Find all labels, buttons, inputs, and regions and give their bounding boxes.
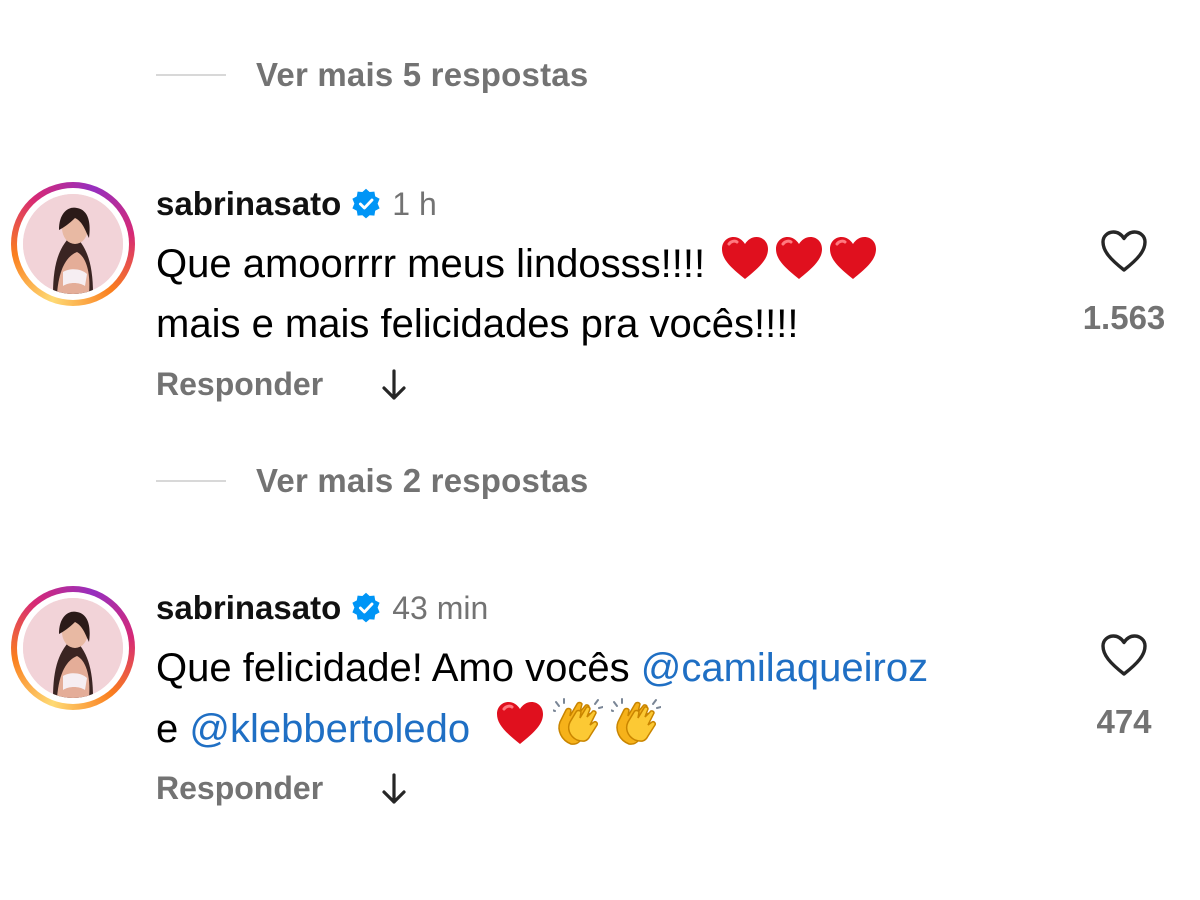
avatar[interactable] bbox=[11, 182, 135, 306]
comment-text: Que amoorrrr meus lindosss!!!! mais e ma… bbox=[156, 234, 1056, 354]
verified-badge-icon bbox=[352, 188, 380, 219]
clapping-hands-emoji-icon bbox=[553, 698, 604, 746]
comment-line-2: e @klebbertoledo bbox=[156, 698, 1056, 759]
reply-button[interactable]: Responder bbox=[156, 770, 323, 807]
comment-meta: sabrinasato 1 h bbox=[156, 185, 437, 223]
mention-link[interactable]: @camilaqueiroz bbox=[641, 646, 928, 690]
reply-button[interactable]: Responder bbox=[156, 366, 323, 403]
comment-line-2-text: e bbox=[156, 707, 190, 751]
heart-outline-icon[interactable] bbox=[1099, 228, 1149, 274]
red-heart-emoji-icon bbox=[720, 235, 770, 281]
avatar[interactable] bbox=[11, 586, 135, 710]
username[interactable]: sabrinasato bbox=[156, 589, 341, 627]
avatar-image bbox=[23, 598, 123, 698]
comment-line-1: Que amoorrrr meus lindosss!!!! bbox=[156, 234, 1056, 294]
comment-line-1-text: Que felicidade! Amo vocês bbox=[156, 646, 641, 690]
mention-link[interactable]: @klebbertoledo bbox=[189, 707, 470, 751]
clapping-hands-emoji-icon bbox=[611, 698, 662, 746]
view-more-replies-label: Ver mais 5 respostas bbox=[256, 56, 589, 93]
view-more-replies-top[interactable]: Ver mais 5 respostas bbox=[156, 56, 588, 94]
red-heart-emoji-icon bbox=[774, 235, 824, 281]
arrow-down-icon[interactable] bbox=[379, 772, 409, 806]
comment-actions: Responder bbox=[156, 770, 409, 807]
arrow-down-icon[interactable] bbox=[379, 368, 409, 402]
comment-meta: sabrinasato 43 min bbox=[156, 589, 488, 627]
comment-line-1: Que felicidade! Amo vocês @camilaqueiroz bbox=[156, 638, 1056, 698]
username[interactable]: sabrinasato bbox=[156, 185, 341, 223]
like-count: 474 bbox=[1096, 703, 1152, 740]
red-heart-emoji-icon bbox=[495, 700, 545, 746]
like-area: 474 bbox=[1064, 632, 1184, 741]
comment-actions: Responder bbox=[156, 366, 409, 403]
comment-line-2: mais e mais felicidades pra vocês!!!! bbox=[156, 302, 799, 346]
replies-divider-line bbox=[156, 74, 226, 76]
comment-time: 1 h bbox=[392, 185, 437, 222]
like-area: 1.563 bbox=[1064, 228, 1184, 337]
comment-time: 43 min bbox=[392, 589, 489, 626]
view-more-replies-label: Ver mais 2 respostas bbox=[256, 462, 589, 499]
replies-divider-line bbox=[156, 480, 226, 482]
verified-badge-icon bbox=[352, 592, 380, 623]
heart-outline-icon[interactable] bbox=[1099, 632, 1149, 678]
like-count: 1.563 bbox=[1082, 299, 1166, 336]
comment-text: Que felicidade! Amo vocês @camilaqueiroz… bbox=[156, 638, 1056, 759]
red-heart-emoji-icon bbox=[828, 235, 878, 281]
view-more-replies-middle[interactable]: Ver mais 2 respostas bbox=[156, 462, 588, 500]
comment-line-1-text: Que amoorrrr meus lindosss!!!! bbox=[156, 242, 706, 286]
avatar-image bbox=[23, 194, 123, 294]
